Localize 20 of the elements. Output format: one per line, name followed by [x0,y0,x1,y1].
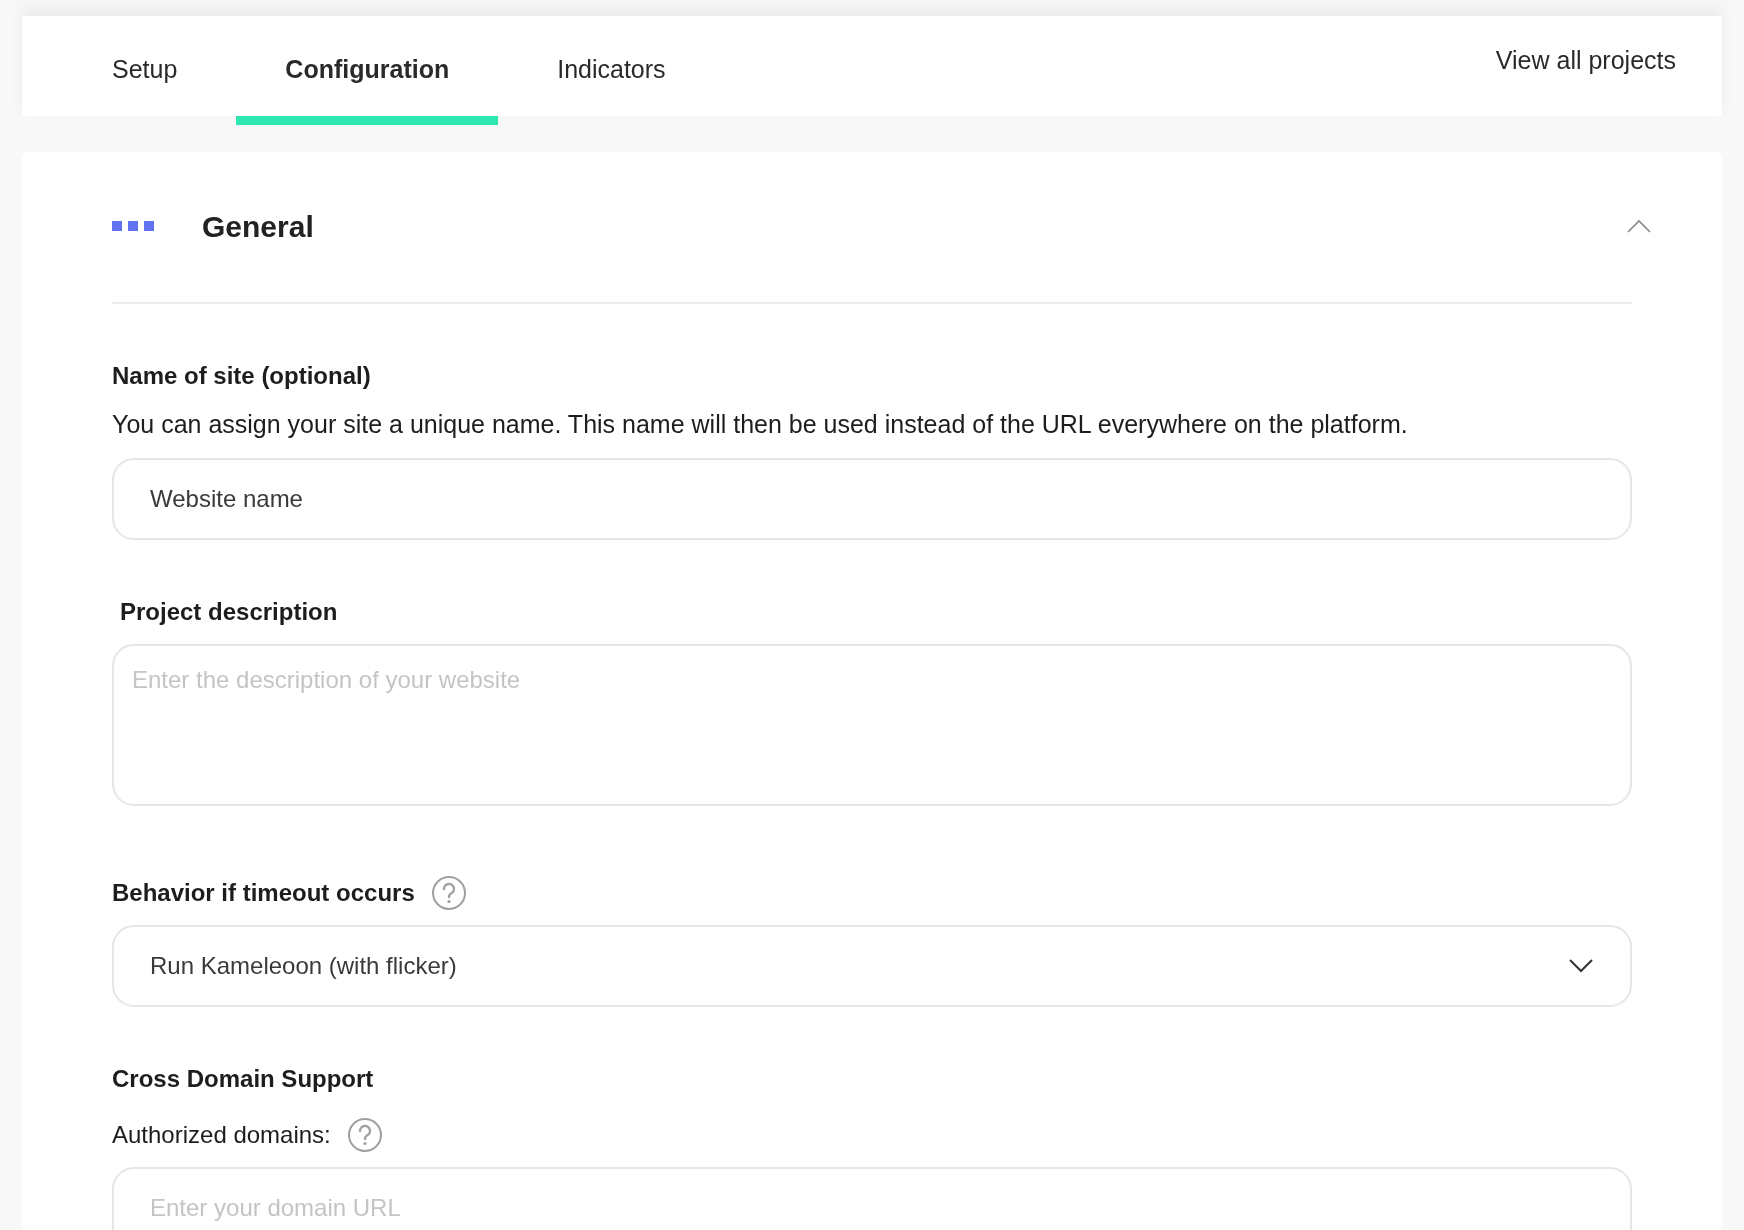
field-label: Project description [119,596,338,627]
timeout-dropdown[interactable]: Run Kameleoon (with flicker) [112,924,1632,1007]
field-label: Behavior if timeout occurs [112,877,415,908]
text-field[interactable]: Website name [112,457,1632,540]
text-field[interactable]: Enter your domain URL [112,1166,1632,1230]
view-all-projects-link[interactable]: View all projects [1495,42,1676,80]
help-icon[interactable] [346,1116,383,1153]
chevron-down-icon [1568,957,1594,974]
tab[interactable]: Setup [63,16,227,125]
tab[interactable]: Indicators [508,16,715,125]
field-label: Name of site (optional) [112,361,371,391]
chevron-up-icon[interactable] [1626,218,1652,234]
field-description: You can assign your site a unique name. This name will then be used instead of the URL everywhere on the platform. [112,409,1409,440]
description-field[interactable]: Enter the description of your website [112,643,1632,806]
field-label: Authorized domains: [112,1119,331,1150]
dots-icon [112,221,155,231]
tab[interactable]: Configuration [236,16,499,125]
section-title: General [202,208,314,245]
help-icon[interactable] [430,874,467,911]
field-label: Cross Domain Support [112,1063,374,1094]
